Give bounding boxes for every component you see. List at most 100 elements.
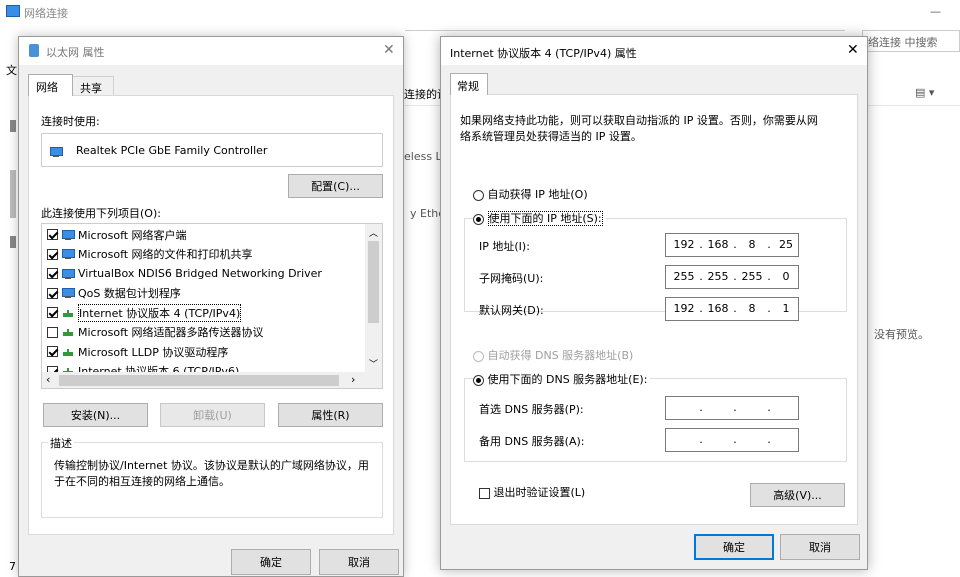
component-checkbox[interactable] [47, 268, 58, 280]
alternate-dns-field[interactable]: . . . [665, 428, 799, 452]
component-row[interactable]: QoS 数据包计划程序 [47, 284, 362, 304]
component-checkbox[interactable] [47, 287, 58, 299]
component-checkbox[interactable] [47, 326, 58, 338]
preferred-dns-label: 首选 DNS 服务器(P): [479, 403, 584, 416]
view-options-icon[interactable]: ▤ ▾ [915, 86, 934, 99]
component-label: Microsoft 网络客户端 [78, 228, 187, 242]
eth-cancel-button[interactable]: 取消 [319, 549, 399, 575]
protocol-icon [62, 327, 76, 337]
bg-left-strip-3 [10, 236, 16, 248]
gateway-field[interactable]: 192. 168. 8. 1 [665, 297, 799, 321]
validate-checkbox[interactable]: 退出时验证设置(L) [479, 484, 585, 500]
ipv4-titlebar: Internet 协议版本 4 (TCP/IPv4) 属性 ✕ [441, 37, 867, 65]
component-row[interactable]: Microsoft LLDP 协议驱动程序 [47, 342, 362, 362]
ip-octet-2: 168 [707, 238, 729, 251]
adapter-icon [50, 147, 64, 157]
components-list-items: Microsoft 网络客户端 Microsoft 网络的文件和打印机共享 Virt… [47, 225, 362, 381]
component-label: Internet 协议版本 4 (TCP/IPv4) [78, 303, 242, 322]
scroll-down-icon[interactable]: ﹀ [369, 357, 378, 370]
ip-address-field[interactable]: 192. 168. 8. 25 [665, 233, 799, 257]
tab-sharing[interactable]: 共享 [72, 76, 114, 96]
auto-ip-radio[interactable]: 自动获得 IP 地址(O) [473, 186, 588, 202]
eth-tab-panel: 连接时使用: Realtek PCIe GbE Family Controlle… [28, 95, 394, 535]
tab-sharing-label: 共享 [80, 82, 102, 95]
eth-ok-button[interactable]: 确定 [231, 549, 311, 575]
component-label: Microsoft 网络适配器多路传送器协议 [78, 326, 264, 340]
component-row[interactable]: Microsoft 网络的文件和打印机共享 [47, 245, 362, 265]
scroll-right-icon[interactable]: › [351, 373, 355, 386]
scroll-thumb[interactable] [368, 241, 379, 323]
minimize-button[interactable]: — [930, 5, 941, 18]
vertical-scrollbar[interactable]: ︿ ﹀ [365, 224, 382, 372]
bg-list-item-wireless: eless L/ [404, 150, 444, 163]
manual-ip-label: 使用下面的 IP 地址(S): [487, 211, 603, 226]
component-checkbox[interactable] [47, 248, 58, 260]
hscroll-thumb[interactable] [59, 375, 339, 386]
file-share-icon [62, 249, 76, 260]
connect-using-label: 连接时使用: [41, 115, 100, 128]
driver-icon [62, 268, 76, 279]
advanced-button[interactable]: 高级(V)... [750, 483, 845, 507]
manual-ip-radio[interactable]: 使用下面的 IP 地址(S): [473, 210, 606, 226]
horizontal-scrollbar[interactable]: ‹ › [42, 372, 382, 388]
mask-octet-4: 0 [782, 270, 790, 283]
dns2-dot-2: . [733, 433, 737, 446]
bg-left-strip-2 [10, 170, 16, 218]
configure-button[interactable]: 配置(C)... [288, 174, 383, 198]
manual-ip-radio-circle[interactable] [473, 213, 484, 225]
scroll-left-icon[interactable]: ‹ [46, 373, 50, 386]
bg-file-menu[interactable]: 文 [6, 62, 17, 78]
bg-status-count: 7 [9, 560, 16, 573]
items-label: 此连接使用下列项目(O): [41, 207, 161, 220]
component-row[interactable]: Microsoft 网络适配器多路传送器协议 [47, 323, 362, 343]
component-checkbox[interactable] [47, 229, 58, 241]
validate-checkbox-box[interactable] [479, 487, 490, 499]
gw-octet-4: 1 [782, 302, 790, 315]
ipv4-cancel-button[interactable]: 取消 [780, 534, 860, 560]
validate-label: 退出时验证设置(L) [493, 486, 586, 499]
auto-dns-radio-circle[interactable] [473, 350, 484, 362]
auto-dns-radio[interactable]: 自动获得 DNS 服务器地址(B) [473, 347, 633, 363]
ethernet-icon [29, 44, 39, 57]
auto-ip-label: 自动获得 IP 地址(O) [487, 188, 588, 201]
gw-octet-1: 192 [673, 302, 695, 315]
auto-ip-radio-circle[interactable] [473, 189, 484, 201]
description-line-2: 于在不同的相互连接的网络上通信。 [54, 475, 230, 488]
tab-network[interactable]: 网络 [28, 74, 73, 96]
tab-general[interactable]: 常规 [450, 73, 488, 95]
ipv4-tab-panel: 如果网络支持此功能，则可以获取自动指派的 IP 设置。否则，你需要从网 络系统管… [450, 94, 858, 525]
preferred-dns-field[interactable]: . . . [665, 396, 799, 420]
ip-address-label: IP 地址(I): [479, 240, 530, 253]
install-button[interactable]: 安装(N)... [43, 403, 148, 427]
components-list[interactable]: Microsoft 网络客户端 Microsoft 网络的文件和打印机共享 Virt… [41, 223, 383, 389]
description-group: 描述 传输控制协议/Internet 协议。该协议是默认的广域网络协议，用 于在… [41, 435, 383, 518]
network-client-icon [62, 229, 76, 240]
component-row[interactable]: VirtualBox NDIS6 Bridged Networking Driv… [47, 264, 362, 284]
ipv4-ok-button[interactable]: 确定 [694, 534, 774, 560]
ethernet-properties-dialog: 以太网 属性 ✕ 网络 共享 连接时使用: Realtek PCIe GbE F… [18, 36, 404, 577]
bg-search-box[interactable]: 络连接 中搜索 [862, 30, 960, 52]
auto-dns-label: 自动获得 DNS 服务器地址(B) [487, 349, 634, 362]
uninstall-button[interactable]: 卸载(U) [160, 403, 265, 427]
component-row[interactable]: Microsoft 网络客户端 [47, 225, 362, 245]
network-connections-icon [6, 5, 20, 17]
component-checkbox[interactable] [47, 307, 58, 319]
manual-dns-radio[interactable]: 使用下面的 DNS 服务器地址(E): [473, 371, 651, 387]
ipv4-close-icon[interactable]: ✕ [847, 42, 859, 58]
component-row[interactable]: Internet 协议版本 4 (TCP/IPv4) [47, 303, 362, 323]
close-icon[interactable]: ✕ [383, 42, 395, 58]
component-checkbox[interactable] [47, 346, 58, 358]
bg-window-title: 网络连接 [24, 7, 68, 20]
properties-button[interactable]: 属性(R) [278, 403, 383, 427]
subnet-mask-field[interactable]: 255. 255. 255. 0 [665, 265, 799, 289]
description-label: 描述 [48, 435, 74, 451]
mask-octet-1: 255 [673, 270, 695, 283]
manual-dns-radio-circle[interactable] [473, 374, 484, 386]
bg-toolbar-fragment: 连接的设 [404, 88, 440, 101]
bg-left-strip [10, 120, 16, 132]
intro-line-1: 如果网络支持此功能，则可以获取自动指派的 IP 设置。否则，你需要从网 [460, 114, 818, 127]
scroll-up-icon[interactable]: ︿ [369, 226, 378, 239]
description-line-1: 传输控制协议/Internet 协议。该协议是默认的广域网络协议，用 [54, 459, 369, 472]
ip-octet-3: 8 [748, 238, 756, 251]
ipv4-properties-dialog: Internet 协议版本 4 (TCP/IPv4) 属性 ✕ 常规 如果网络支… [440, 36, 868, 570]
